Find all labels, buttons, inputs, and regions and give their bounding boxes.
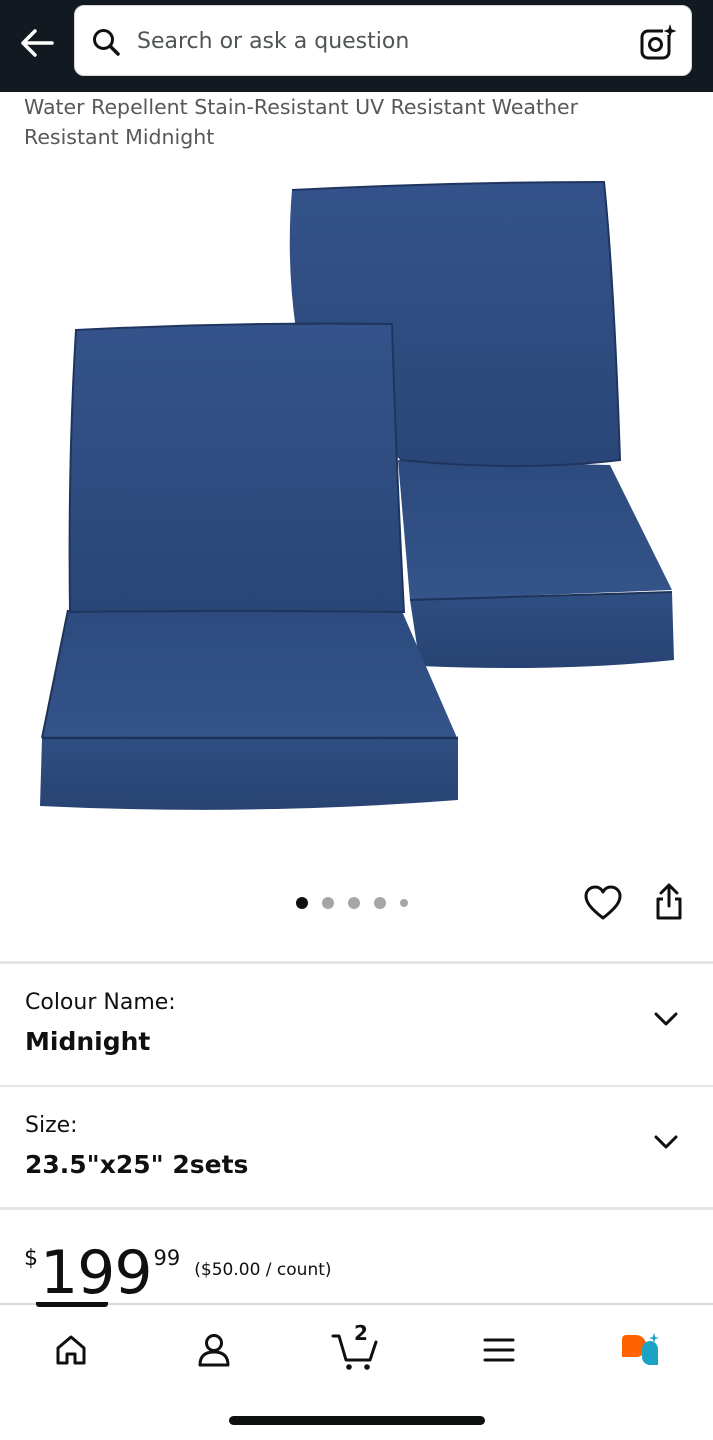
- back-button[interactable]: [14, 22, 60, 64]
- heart-icon: [584, 885, 622, 920]
- nav-cart[interactable]: 2: [327, 1321, 383, 1375]
- account-icon: [198, 1334, 230, 1367]
- arrow-left-icon: [21, 29, 54, 57]
- nav-account[interactable]: [186, 1325, 242, 1375]
- search-input[interactable]: [137, 24, 617, 58]
- colour-value: Midnight: [25, 1027, 151, 1056]
- product-title: Water Repellent Stain-Resistant UV Resis…: [24, 95, 579, 149]
- nav-active-indicator: [36, 1302, 108, 1307]
- colour-selector[interactable]: Colour Name: Midnight: [0, 964, 713, 1084]
- divider: [0, 1207, 713, 1210]
- carousel-dot[interactable]: [400, 899, 408, 907]
- rufus-assistant-icon: [622, 1333, 659, 1365]
- carousel-dot[interactable]: [322, 897, 334, 909]
- camera-lens-icon[interactable]: [639, 24, 677, 62]
- cushion-set-image: [40, 180, 674, 810]
- price-fraction: 99: [153, 1246, 181, 1270]
- unit-price: ($50.00 / count): [194, 1260, 332, 1280]
- product-image[interactable]: [0, 160, 713, 860]
- nav-menu[interactable]: [471, 1325, 527, 1375]
- chevron-down-icon[interactable]: [653, 1010, 679, 1028]
- top-header: [0, 0, 713, 92]
- price-currency-symbol: $: [24, 1246, 38, 1271]
- carousel-dot[interactable]: [348, 897, 360, 909]
- search-icon[interactable]: [91, 27, 121, 57]
- colour-label: Colour Name:: [25, 990, 176, 1015]
- nav-home[interactable]: [43, 1325, 99, 1375]
- share-button[interactable]: [650, 882, 688, 922]
- search-box[interactable]: [74, 5, 692, 76]
- cart-count-badge: 2: [354, 1321, 368, 1345]
- size-label: Size:: [25, 1113, 78, 1138]
- price: $ 199 99 ($50.00 / count): [24, 1238, 332, 1308]
- nav-rufus[interactable]: [612, 1325, 668, 1375]
- size-selector[interactable]: Size: 23.5"x25" 2sets: [0, 1087, 713, 1207]
- menu-icon: [483, 1338, 515, 1362]
- wishlist-button[interactable]: [582, 884, 624, 922]
- carousel-dot-active[interactable]: [296, 897, 308, 909]
- share-icon: [656, 883, 682, 920]
- price-whole: 199: [40, 1238, 153, 1308]
- chevron-down-icon[interactable]: [653, 1133, 679, 1151]
- home-indicator-bar[interactable]: [229, 1416, 485, 1425]
- home-icon: [56, 1335, 86, 1365]
- carousel-dot[interactable]: [374, 897, 386, 909]
- carousel-dots[interactable]: [296, 896, 408, 910]
- size-value: 23.5"x25" 2sets: [25, 1150, 249, 1179]
